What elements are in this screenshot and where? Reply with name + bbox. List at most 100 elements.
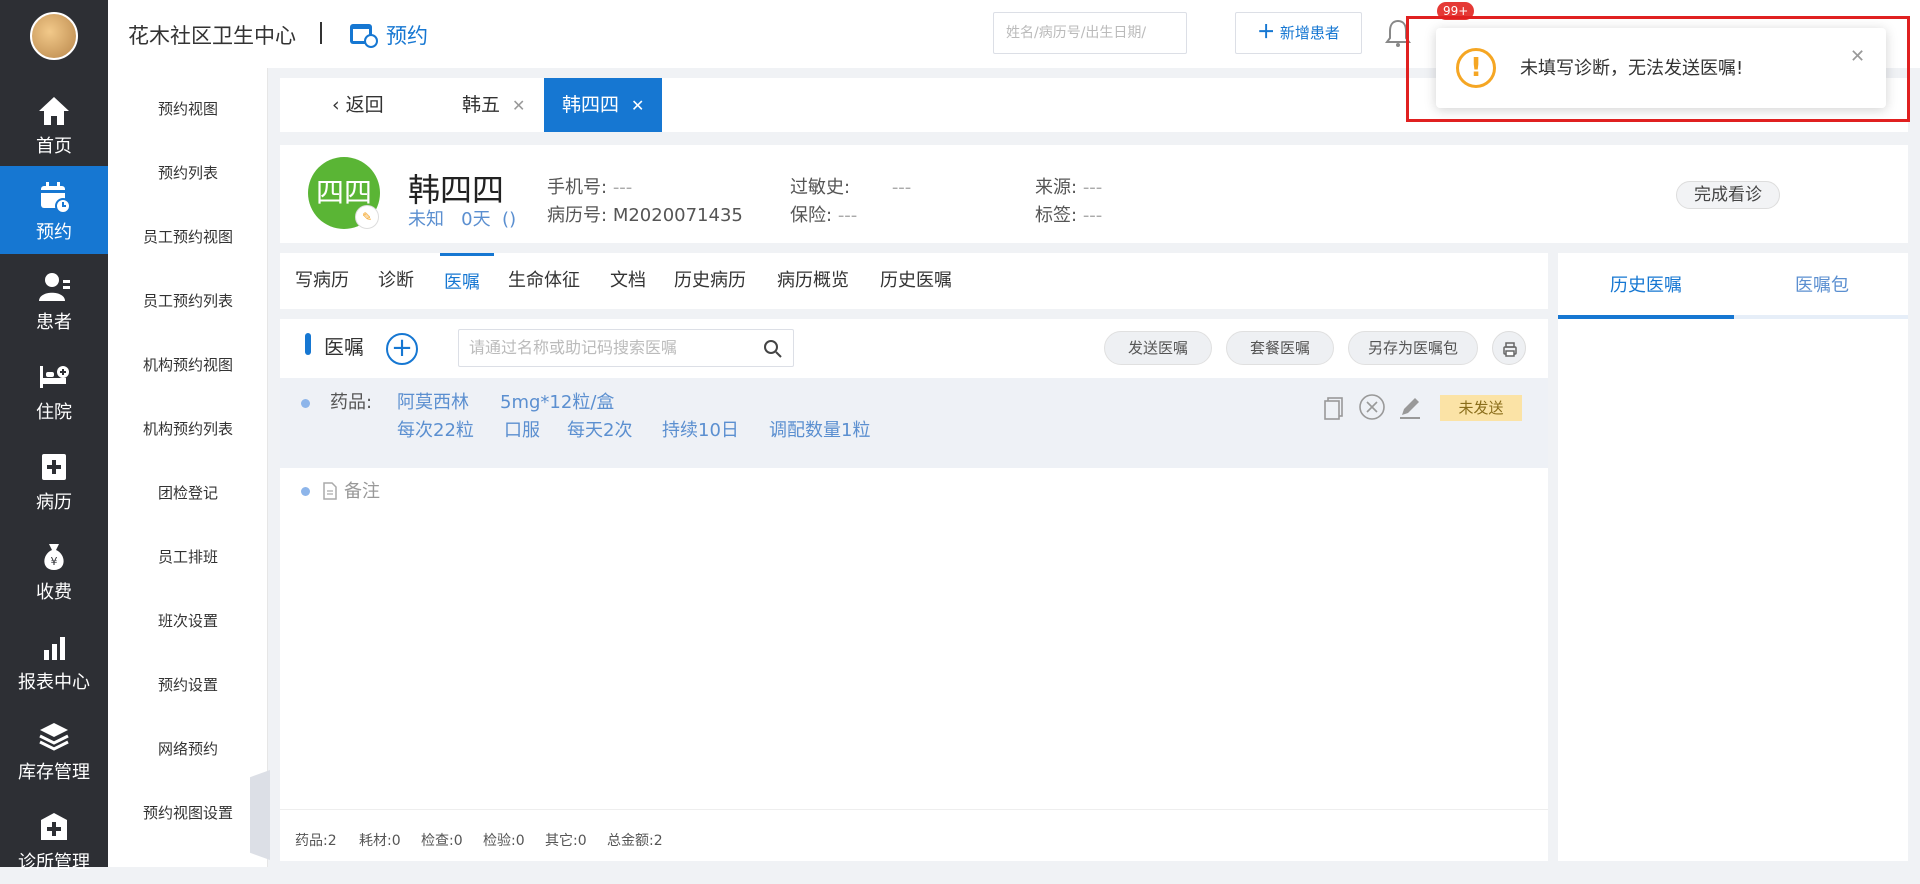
tab-label: 韩四四 (562, 94, 620, 116)
tab-history-orders-right[interactable]: 历史医嘱 (1558, 253, 1734, 319)
nav-home[interactable]: 首页 (0, 80, 108, 168)
record-label: 病历号: (547, 205, 608, 226)
nav-inpatient[interactable]: 住院 (0, 346, 108, 434)
section-marker (305, 333, 311, 355)
new-patient-button[interactable]: ＋ 新增患者 (1235, 12, 1362, 54)
phone-field: 手机号: --- (547, 173, 632, 199)
nav-records[interactable]: 病历 (0, 436, 108, 524)
source-label: 来源: (1035, 177, 1078, 198)
nav-records-label: 病历 (36, 492, 72, 513)
submenu-item[interactable]: 预约视图 (108, 98, 268, 119)
copy-icon[interactable] (1320, 393, 1348, 421)
plus-icon: ＋ (1257, 22, 1276, 43)
tab-documents[interactable]: 文档 (610, 253, 646, 309)
calendar-icon (41, 182, 71, 214)
orders-panel: 写病历 诊断 医嘱 生命体征 文档 历史病历 病历概览 历史医嘱 医嘱 + 请通… (280, 253, 1548, 861)
nav-booking[interactable]: 预约 (0, 166, 108, 254)
tab-patient-active[interactable]: 韩四四 ✕ (544, 78, 663, 132)
summary-consumables: 耗材:0 (359, 833, 401, 849)
chevron-left-icon: ‹ (332, 94, 340, 116)
money-bag-icon: ¥ (44, 544, 64, 570)
document-icon (323, 482, 337, 500)
search-icon (764, 340, 782, 358)
nav-reports-label: 报表中心 (18, 672, 90, 693)
tab-history-records[interactable]: 历史病历 (674, 253, 746, 309)
save-as-package-button[interactable]: 另存为医嘱包 (1348, 331, 1478, 365)
submenu-item[interactable]: 员工排班 (108, 546, 268, 567)
record-field: 病历号: M2020071435 (547, 201, 743, 227)
user-icon (39, 273, 70, 301)
calendar-icon (350, 24, 378, 48)
insurance-value: --- (837, 205, 858, 226)
nav-inventory[interactable]: 库存管理 (0, 706, 108, 794)
tab-history-orders[interactable]: 历史医嘱 (880, 253, 952, 309)
cancel-icon[interactable] (1358, 393, 1386, 421)
edit-icon[interactable] (1396, 393, 1424, 421)
bed-icon (40, 366, 69, 388)
submenu-item[interactable]: 预约视图设置 (108, 802, 268, 823)
patient-meta: 未知 0天 () (408, 209, 517, 230)
tab-order-packages[interactable]: 医嘱包 (1734, 253, 1910, 319)
insurance-field: 保险: --- (790, 201, 857, 227)
tab-diagnosis[interactable]: 诊断 (378, 253, 414, 309)
submenu-item[interactable]: 团检登记 (108, 482, 268, 503)
tab-separator (280, 309, 1548, 319)
phone-value: --- (612, 177, 633, 198)
tab-vitals[interactable]: 生命体征 (508, 253, 580, 309)
tab-orders[interactable]: 医嘱 (440, 253, 494, 309)
nav-booking-label: 预约 (36, 222, 72, 243)
nav-clinic[interactable]: 诊所管理 (0, 796, 108, 884)
new-patient-label: 新增患者 (1279, 24, 1340, 42)
bullet-icon (301, 487, 310, 496)
submenu-item[interactable]: 员工预约视图 (108, 226, 268, 247)
clinic-icon (41, 813, 67, 840)
submenu-item[interactable]: 预约设置 (108, 674, 268, 695)
tab-record-overview[interactable]: 病历概览 (777, 253, 849, 309)
order-duration: 持续10日 (662, 420, 739, 441)
submenu-item[interactable]: 网络预约 (108, 738, 268, 759)
print-button[interactable] (1492, 331, 1526, 365)
submenu-item[interactable]: 预约列表 (108, 162, 268, 183)
allergy-label: 过敏史: (790, 177, 851, 198)
user-avatar[interactable] (30, 12, 78, 60)
nav-reports[interactable]: 报表中心 (0, 616, 108, 704)
close-icon[interactable]: ✕ (631, 96, 644, 115)
nav-clinic-label: 诊所管理 (18, 852, 90, 873)
tab-write-record[interactable]: 写病历 (295, 253, 349, 309)
nav-patients[interactable]: 患者 (0, 256, 108, 344)
back-label: 返回 (345, 94, 384, 116)
nav-inventory-label: 库存管理 (18, 762, 90, 783)
highlight-box (1406, 16, 1910, 122)
back-button[interactable]: ‹ 返回 (332, 78, 384, 132)
tags-field: 标签: --- (1035, 201, 1102, 227)
bar-chart-icon (44, 637, 65, 660)
send-orders-button[interactable]: 发送医嘱 (1104, 331, 1212, 365)
package-orders-button[interactable]: 套餐医嘱 (1226, 331, 1334, 365)
edit-icon[interactable]: ✎ (355, 205, 379, 229)
home-icon (39, 97, 69, 125)
order-quantity: 调配数量1粒 (769, 420, 871, 441)
summary-exam: 检查:0 (421, 833, 463, 849)
nav-billing[interactable]: ¥ 收费 (0, 526, 108, 614)
tab-label: 韩五 (462, 94, 501, 116)
order-search-input[interactable]: 请通过名称或助记码搜索医嘱 (458, 329, 794, 367)
tab-patient[interactable]: 韩五 ✕ (462, 78, 525, 132)
patient-search-input[interactable]: 姓名/病历号/出生日期/ (993, 12, 1187, 54)
submenu-item[interactable]: 机构预约列表 (108, 418, 268, 439)
svg-text:¥: ¥ (51, 555, 58, 568)
submenu-item[interactable]: 员工预约列表 (108, 290, 268, 311)
note-label[interactable]: 备注 (344, 477, 380, 503)
submenu-item[interactable]: 班次设置 (108, 610, 268, 631)
summary-drugs: 药品:2 (295, 833, 337, 849)
finish-visit-button[interactable]: 完成看诊 (1676, 181, 1780, 209)
printer-icon (1503, 342, 1517, 357)
close-icon[interactable]: ✕ (512, 96, 525, 115)
summary-other: 其它:0 (545, 833, 587, 849)
booking-submenu: 预约视图 预约列表 员工预约视图 员工预约列表 机构预约视图 机构预约列表 团检… (108, 68, 268, 867)
collapse-sidebar-handle[interactable] (250, 770, 270, 860)
add-order-button[interactable]: + (386, 333, 418, 365)
nav-billing-label: 收费 (36, 582, 72, 603)
insurance-label: 保险: (790, 205, 833, 226)
order-row[interactable]: 药品: 阿莫西林 5mg*12粒/盒 每次22粒 口服 每天2次 持续10日 调… (280, 378, 1548, 468)
submenu-item[interactable]: 机构预约视图 (108, 354, 268, 375)
